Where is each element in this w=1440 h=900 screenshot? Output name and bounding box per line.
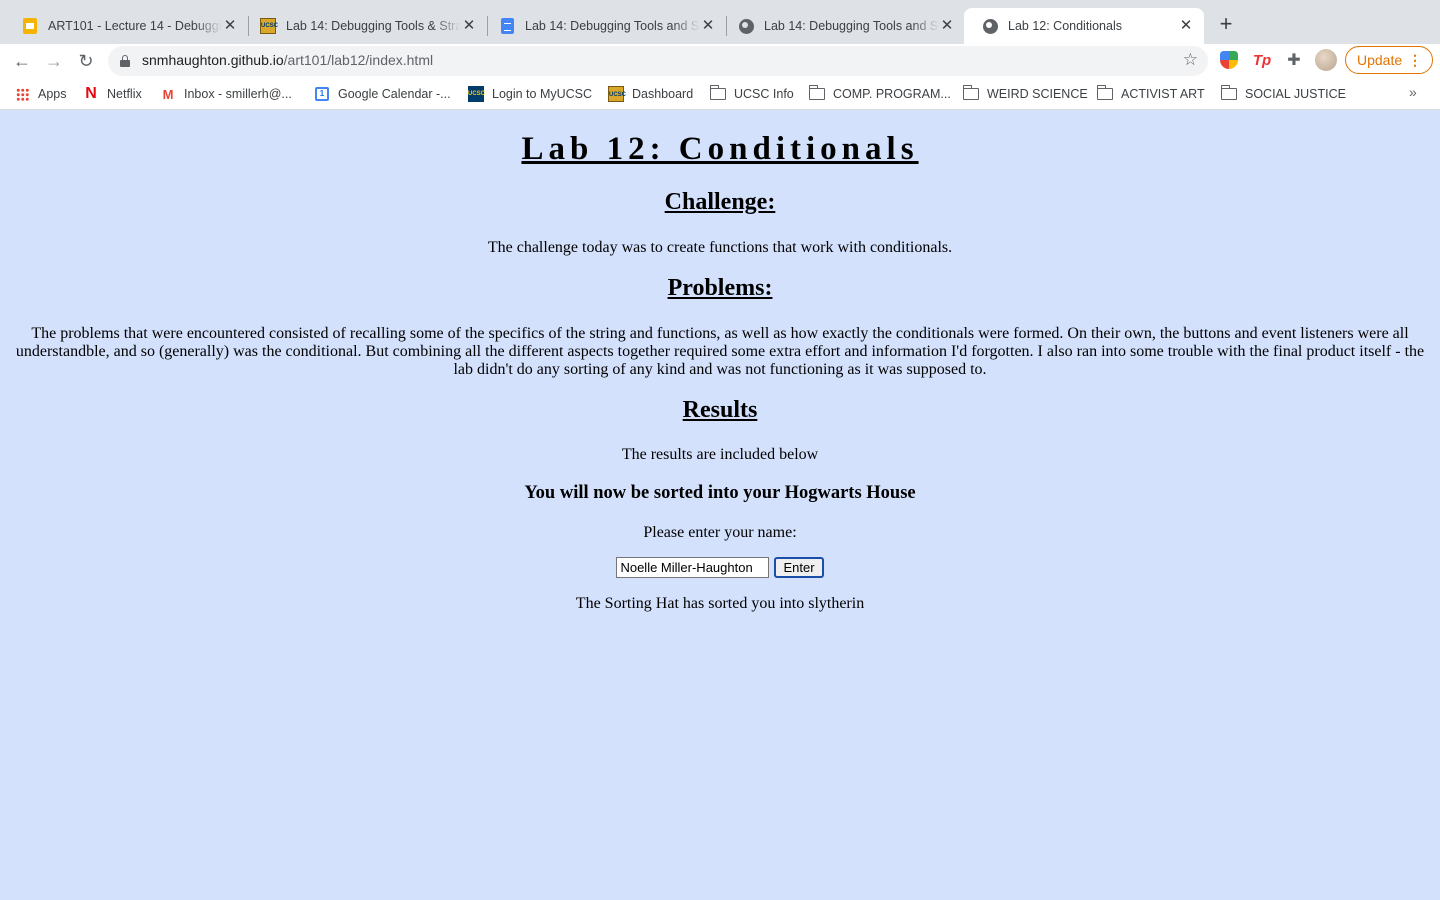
google-calendar-icon: 1	[314, 86, 330, 102]
forward-arrow-icon[interactable]: →	[41, 48, 67, 74]
tab-lab12-conditionals[interactable]: Lab 12: Conditionals ✕	[964, 8, 1204, 44]
page-content: Lab 12: Conditionals Challenge: The chal…	[0, 111, 1440, 900]
tab-strip: ART101 - Lecture 14 - Debugging ✕ UCSC L…	[0, 0, 1440, 44]
url-text[interactable]: snmhaughton.github.io/art101/lab12/index…	[142, 52, 433, 68]
close-icon[interactable]: ✕	[1178, 18, 1194, 34]
url-path: /art101/lab12/index.html	[283, 52, 434, 68]
profile-avatar[interactable]	[1315, 49, 1337, 71]
folder-icon	[709, 85, 726, 102]
new-tab-button[interactable]: +	[1214, 13, 1238, 37]
tab-art101-lecture[interactable]: ART101 - Lecture 14 - Debugging ✕	[4, 8, 248, 44]
globe-icon	[982, 18, 998, 34]
bookmark-label: Apps	[38, 87, 67, 101]
bookmark-myucsc[interactable]: UCSC Login to MyUCSC	[468, 85, 592, 103]
globe-icon	[738, 18, 754, 34]
bookmark-label: UCSC Info	[734, 87, 794, 101]
close-icon[interactable]: ✕	[939, 18, 955, 34]
bookmark-label: Dashboard	[632, 87, 694, 101]
update-label: Update	[1357, 52, 1403, 68]
ucsc-icon: UCSC	[468, 86, 485, 102]
url-host: snmhaughton.github.io	[142, 52, 284, 68]
bookmark-folder-ucsc-info[interactable]: UCSC Info	[709, 85, 794, 103]
tab-lab14-ucsc[interactable]: UCSC Lab 14: Debugging Tools & Strategie…	[242, 8, 487, 44]
extension-shield-icon[interactable]	[1220, 51, 1240, 71]
tab-title: Lab 12: Conditionals	[1008, 19, 1122, 33]
netflix-icon: N	[85, 85, 97, 102]
bookmark-apps[interactable]: Apps	[14, 85, 67, 103]
more-bookmarks-chevron-icon[interactable]: »	[1409, 84, 1417, 100]
folder-icon	[1096, 85, 1113, 102]
problems-heading: Problems:	[667, 275, 773, 301]
tab-lab14-web[interactable]: Lab 14: Debugging Tools and Strategies ✕	[720, 8, 965, 44]
bookmark-star-icon[interactable]: ☆	[1183, 50, 1198, 70]
bookmarks-bar: Apps N Netflix M Inbox - smillerh@... 1 …	[0, 78, 1440, 110]
challenge-heading: Challenge:	[664, 189, 776, 215]
bookmark-folder-social-justice[interactable]: SOCIAL JUSTICE	[1220, 85, 1346, 103]
bookmark-folder-activist-art[interactable]: ACTIVIST ART	[1096, 85, 1205, 103]
tab-title: Lab 14: Debugging Tools and Strategies	[764, 19, 939, 33]
lock-icon[interactable]	[120, 55, 130, 67]
reload-icon[interactable]: ↻	[73, 48, 99, 74]
folder-icon	[808, 85, 825, 102]
bookmark-folder-weird-science[interactable]: WEIRD SCIENCE	[962, 85, 1088, 103]
sorting-heading: You will now be sorted into your Hogwart…	[524, 483, 916, 503]
bookmark-label: COMP. PROGRAM...	[833, 87, 951, 101]
tab-lab14-docs[interactable]: Lab 14: Debugging Tools and Strategies ✕	[481, 8, 726, 44]
close-icon[interactable]: ✕	[222, 18, 238, 34]
bookmark-label: Netflix	[107, 87, 142, 101]
page-title: Lab 12: Conditionals	[521, 131, 919, 167]
ucsc-icon: UCSC	[608, 86, 626, 102]
name-input[interactable]	[616, 557, 770, 578]
google-slides-icon	[22, 18, 38, 34]
address-bar[interactable]: snmhaughton.github.io/art101/lab12/index…	[108, 46, 1208, 76]
back-arrow-icon[interactable]: ←	[9, 48, 35, 74]
problems-text: The problems that were encountered consi…	[15, 325, 1425, 378]
bookmark-netflix[interactable]: N Netflix	[83, 85, 142, 103]
bookmark-label: Inbox - smillerh@...	[184, 87, 292, 101]
challenge-text: The challenge today was to create functi…	[487, 239, 953, 256]
extensions-puzzle-icon[interactable]: ✚	[1284, 51, 1304, 71]
bookmark-label: Login to MyUCSC	[492, 87, 593, 101]
close-icon[interactable]: ✕	[461, 18, 477, 34]
browser-toolbar: ← → ↻ snmhaughton.github.io/art101/lab12…	[0, 44, 1440, 78]
ucsc-icon: UCSC	[260, 18, 278, 34]
bookmark-label: Google Calendar -...	[338, 87, 451, 101]
bookmark-label: ACTIVIST ART	[1121, 87, 1205, 101]
enter-button[interactable]: Enter	[774, 557, 824, 578]
google-docs-icon	[499, 18, 515, 34]
tab-title: Lab 14: Debugging Tools and Strategies	[525, 19, 700, 33]
sorting-result: The Sorting Hat has sorted you into slyt…	[575, 595, 865, 612]
bookmark-google-calendar[interactable]: 1 Google Calendar -...	[314, 85, 451, 103]
close-icon[interactable]: ✕	[700, 18, 716, 34]
tab-title: Lab 14: Debugging Tools & Strategies	[286, 19, 461, 33]
bookmark-folder-comp-program[interactable]: COMP. PROGRAM...	[808, 85, 951, 103]
bookmark-label: SOCIAL JUSTICE	[1245, 87, 1346, 101]
name-form: Enter	[0, 557, 1440, 579]
kebab-menu-icon[interactable]: ⋮	[1408, 47, 1422, 73]
apps-grid-icon	[14, 86, 30, 102]
bookmark-inbox[interactable]: M Inbox - smillerh@...	[160, 85, 292, 103]
bookmark-label: WEIRD SCIENCE	[987, 87, 1088, 101]
results-heading: Results	[682, 397, 758, 423]
results-text: The results are included below	[621, 446, 819, 463]
folder-icon	[1220, 85, 1237, 102]
gmail-icon: M	[162, 86, 174, 102]
update-button[interactable]: Update ⋮	[1345, 46, 1433, 74]
extension-tp-icon[interactable]: Tp	[1252, 51, 1272, 71]
bookmark-dashboard[interactable]: UCSC Dashboard	[608, 85, 693, 103]
tab-title: ART101 - Lecture 14 - Debugging	[48, 19, 222, 33]
folder-icon	[962, 85, 979, 102]
name-prompt: Please enter your name:	[643, 524, 797, 541]
